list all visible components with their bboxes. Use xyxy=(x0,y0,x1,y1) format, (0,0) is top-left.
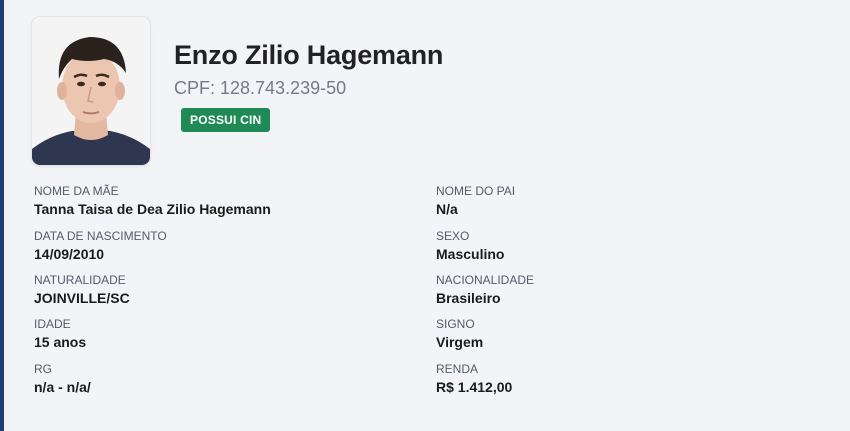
field-income: RENDA R$ 1.412,00 xyxy=(436,362,512,396)
field-value: 14/09/2010 xyxy=(34,246,105,262)
field-label: NATURALIDADE xyxy=(34,273,126,287)
profile-card: Enzo Zilio Hagemann CPF: 128.743.239-50 … xyxy=(0,0,850,431)
field-label: NOME DA MÃE xyxy=(34,184,119,198)
person-name: Enzo Zilio Hagemann xyxy=(174,40,444,70)
field-sex: SEXO Masculino xyxy=(436,229,504,263)
field-label: SEXO xyxy=(436,229,470,243)
field-value: N/a xyxy=(436,201,458,217)
profile-photo xyxy=(32,17,150,165)
field-label: NOME DO PAI xyxy=(436,184,516,198)
field-label: IDADE xyxy=(34,317,71,331)
cin-status-badge: POSSUI CIN xyxy=(181,108,271,132)
field-age: IDADE 15 anos xyxy=(34,317,86,351)
field-mother-name: NOME DA MÃE Tanna Taisa de Dea Zilio Hag… xyxy=(34,184,271,218)
field-father-name: NOME DO PAI N/a xyxy=(436,184,515,218)
field-label: RENDA xyxy=(436,362,479,376)
field-value: Virgem xyxy=(436,334,484,350)
field-label: SIGNO xyxy=(436,317,475,331)
field-value: R$ 1.412,00 xyxy=(436,379,513,395)
field-rg: RG n/a - n/a/ xyxy=(34,362,91,396)
field-label: NACIONALIDADE xyxy=(436,273,535,287)
field-value: Masculino xyxy=(436,246,505,262)
field-value: Brasileiro xyxy=(436,290,501,306)
field-value: Tanna Taisa de Dea Zilio Hagemann xyxy=(34,201,271,217)
cpf-text: CPF: 128.743.239-50 xyxy=(174,78,347,98)
field-zodiac-sign: SIGNO Virgem xyxy=(436,317,483,351)
field-value: JOINVILLE/SC xyxy=(34,290,130,306)
field-birth-date: DATA DE NASCIMENTO 14/09/2010 xyxy=(34,229,167,263)
field-label: DATA DE NASCIMENTO xyxy=(34,229,167,243)
field-value: n/a - n/a/ xyxy=(34,379,91,395)
field-label: RG xyxy=(34,362,52,376)
field-value: 15 anos xyxy=(34,334,87,350)
field-birthplace: NATURALIDADE JOINVILLE/SC xyxy=(34,273,130,307)
field-nationality: NACIONALIDADE Brasileiro xyxy=(436,273,534,307)
